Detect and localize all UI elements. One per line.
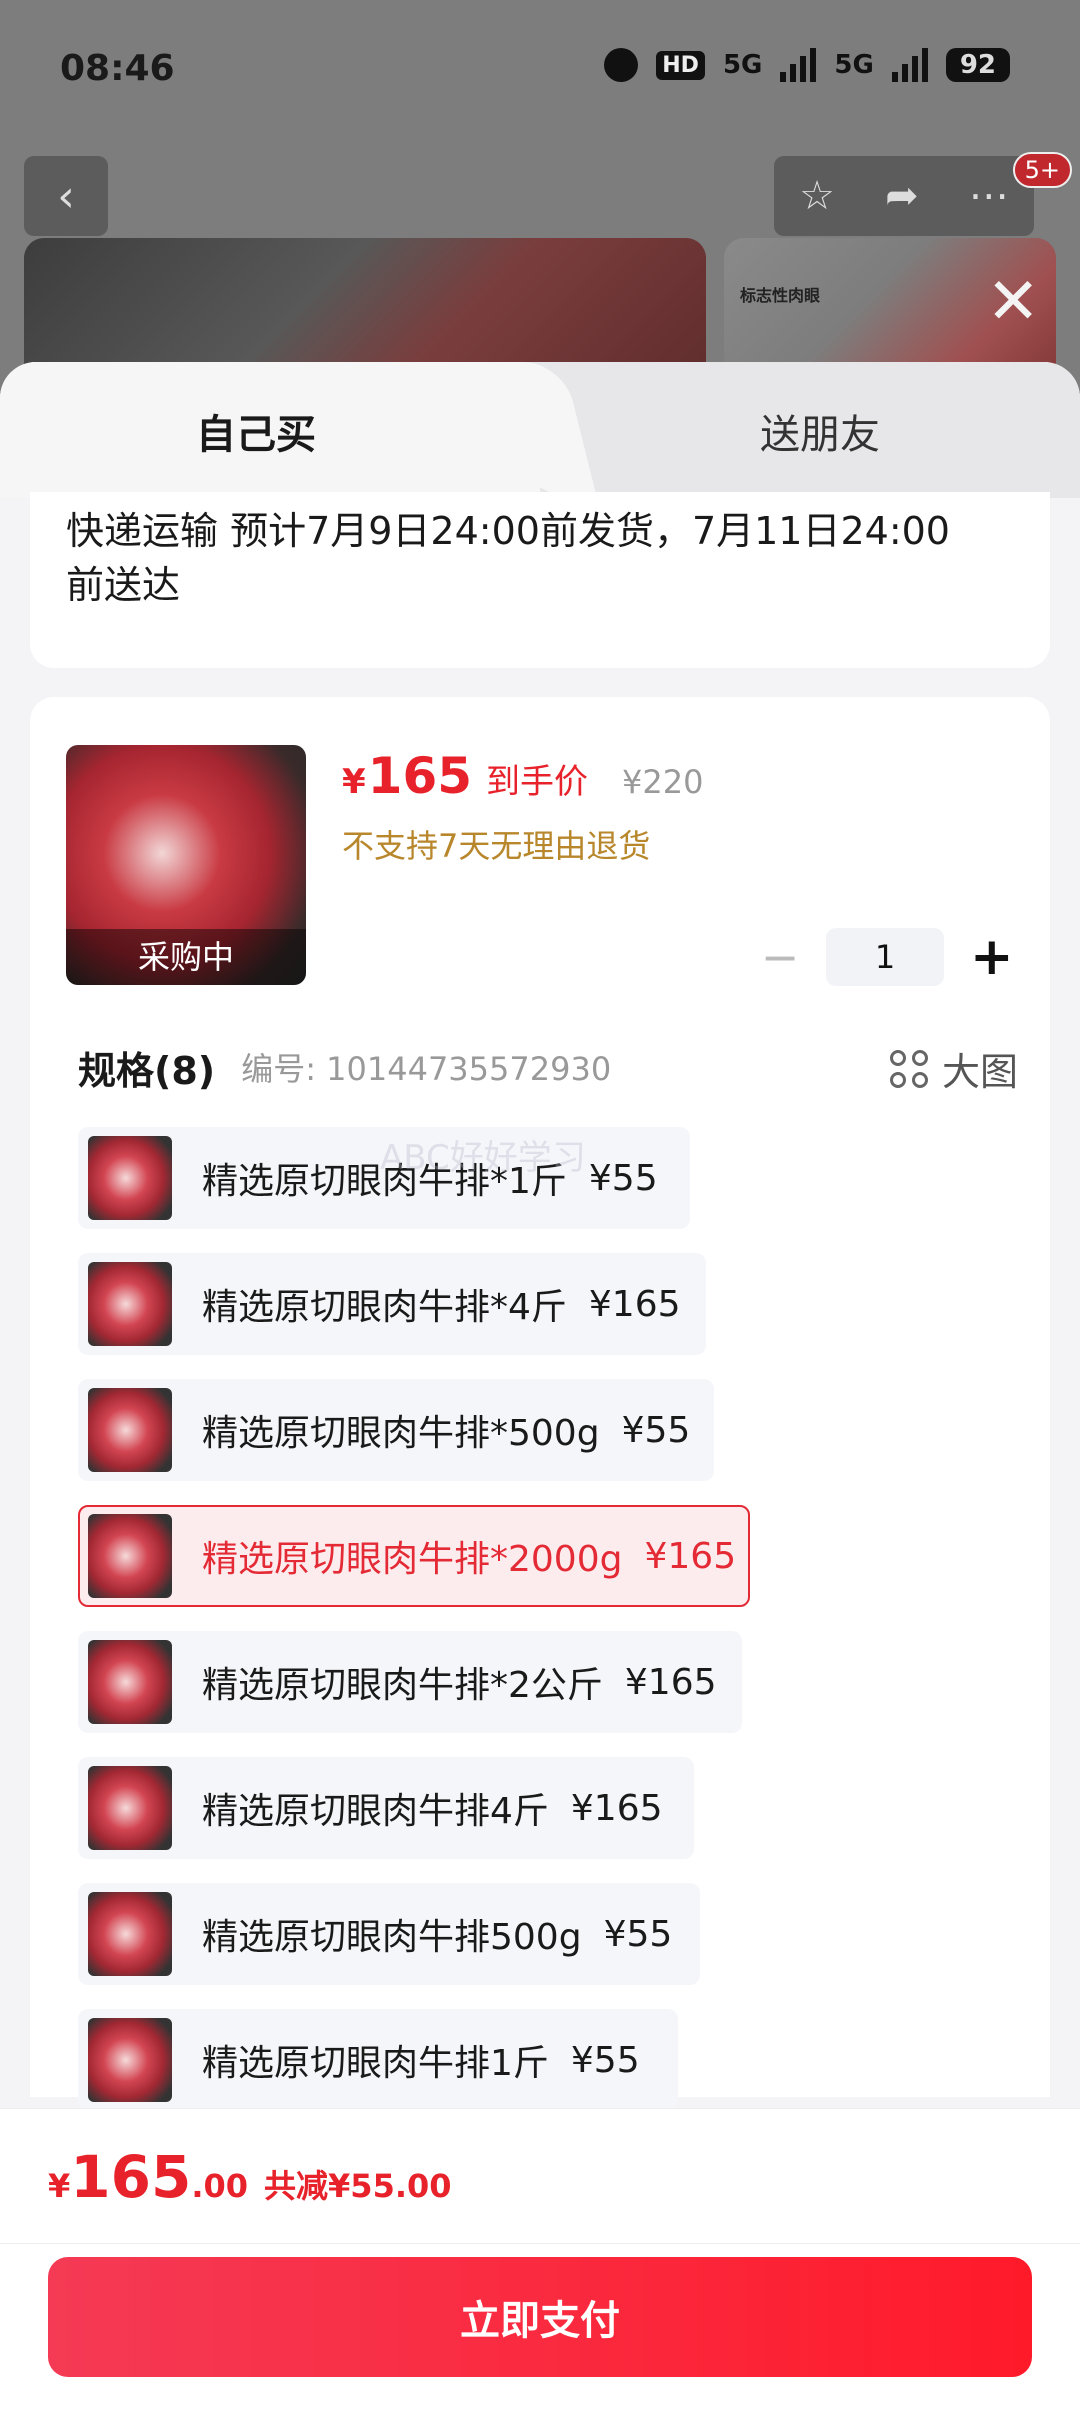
total-currency: ¥	[48, 2167, 71, 2205]
spec-price: ¥55	[588, 1157, 658, 1199]
spec-name: 精选原切眼肉牛排*2000g	[202, 1539, 623, 1580]
back-button[interactable]: ‹	[24, 156, 108, 236]
thumbnail-overlay: 采购中	[66, 929, 306, 985]
notification-badge: 5+	[1012, 152, 1072, 188]
big-image-label: 大图	[941, 1050, 1018, 1094]
grid-icon	[889, 1049, 928, 1088]
product-card: 采购中 ¥ 165 到手价 ¥220 不支持7天无理由退货 − 1 + 规格(8…	[30, 697, 1050, 2111]
spec-thumbnail	[88, 1514, 172, 1598]
big-image-toggle[interactable]: 大图	[889, 1041, 1018, 1096]
spec-price: ¥55	[570, 2039, 640, 2081]
delivery-text: 快递运输 预计7月9日24:00前发货，7月11日24:00前送达	[66, 509, 950, 607]
watermark: ABC好好学习	[380, 1138, 586, 1178]
footer-divider	[0, 2243, 1080, 2244]
delivery-card: 快递运输 预计7月9日24:00前发货，7月11日24:00前送达	[30, 492, 1050, 668]
star-icon[interactable]: ☆	[799, 173, 835, 219]
close-icon[interactable]: ✕	[986, 270, 1040, 334]
spec-name: 精选原切眼肉牛排*500g	[202, 1413, 600, 1454]
spec-price: ¥165	[570, 1787, 663, 1829]
return-policy-note: 不支持7天无理由退货	[342, 827, 651, 865]
spec-thumbnail	[88, 1388, 172, 1472]
status-time: 08:46	[60, 48, 175, 89]
quantity-input[interactable]: 1	[826, 928, 944, 986]
decrease-button[interactable]: −	[760, 930, 800, 984]
spec-option[interactable]: 精选原切眼肉牛排*2公斤 ¥165	[78, 1631, 742, 1733]
spec-name: 精选原切眼肉牛排500g	[202, 1917, 582, 1958]
spec-thumbnail	[88, 2018, 172, 2102]
spec-price: ¥55	[603, 1913, 673, 1955]
spec-price: ¥55	[621, 1409, 691, 1451]
spec-option[interactable]: 精选原切眼肉牛排1斤 ¥55	[78, 2009, 678, 2111]
total-price: ¥ 165 .00 共减¥55.00	[48, 2143, 452, 2211]
spec-name: 精选原切眼肉牛排4斤	[202, 1791, 549, 1832]
signal-icon-2	[891, 48, 928, 82]
spec-name: 精选原切眼肉牛排*4斤	[202, 1287, 567, 1328]
pay-now-button[interactable]: 立即支付	[48, 2257, 1032, 2377]
spec-option[interactable]: 精选原切眼肉牛排4斤 ¥165	[78, 1757, 694, 1859]
spec-thumbnail	[88, 1766, 172, 1850]
spec-header: 规格(8) 编号: 10144735572930 大图	[78, 1037, 1018, 1097]
product-thumbnail[interactable]: 采购中	[66, 745, 306, 985]
network-label-2: 5G	[834, 50, 874, 80]
spec-price: ¥165	[644, 1535, 737, 1577]
hero-caption: 标志性肉眼	[740, 286, 821, 305]
battery-icon: 92	[945, 48, 1010, 82]
more-icon[interactable]: ⋯	[969, 173, 1009, 219]
original-price: ¥220	[622, 763, 704, 801]
purchase-sheet: 自己买 送朋友 快递运输 预计7月9日24:00前发货，7月11日24:00前送…	[0, 362, 1080, 2412]
status-icons: HD 5G 5G 92	[604, 48, 1010, 82]
spec-thumbnail	[88, 1136, 172, 1220]
spec-thumbnail	[88, 1892, 172, 1976]
tab-self-buy-label[interactable]: 自己买	[196, 402, 316, 460]
status-bar: 08:46 HD 5G 5G 92	[0, 0, 1080, 140]
price-tag: 到手价	[486, 762, 589, 802]
quantity-stepper: − 1 +	[760, 927, 1014, 987]
discount-text: 共减¥55.00	[264, 2167, 452, 2205]
spec-option[interactable]: 精选原切眼肉牛排*4斤 ¥165	[78, 1253, 706, 1355]
chevron-left-icon: ‹	[57, 170, 75, 222]
nav-actions: ☆ ➦ ⋯	[774, 156, 1034, 236]
price-row: ¥ 165 到手价 ¥220	[342, 747, 703, 805]
alarm-icon	[604, 48, 639, 82]
spec-name: 精选原切眼肉牛排1斤	[202, 2043, 549, 2084]
tab-bar: 自己买 送朋友	[0, 362, 1080, 498]
product-code: 编号: 10144735572930	[241, 1050, 612, 1088]
tab-gift-friend-label[interactable]: 送朋友	[760, 402, 880, 460]
hd-icon: HD	[656, 50, 705, 80]
spec-option[interactable]: 精选原切眼肉牛排*500g ¥55	[78, 1379, 714, 1481]
total-integer: 165	[70, 2143, 192, 2211]
network-label-1: 5G	[722, 50, 763, 80]
share-icon[interactable]: ➦	[885, 173, 919, 219]
checkout-footer: ¥ 165 .00 共减¥55.00 立即支付	[0, 2108, 1080, 2412]
spec-price: ¥165	[588, 1283, 681, 1325]
currency-symbol: ¥	[342, 762, 366, 802]
spec-option[interactable]: 精选原切眼肉牛排500g ¥55	[78, 1883, 700, 1985]
total-decimal: .00	[191, 2167, 249, 2205]
spec-title: 规格(8)	[78, 1048, 216, 1093]
increase-button[interactable]: +	[970, 927, 1014, 987]
final-price: 165	[367, 747, 473, 805]
spec-thumbnail	[88, 1640, 172, 1724]
spec-thumbnail	[88, 1262, 172, 1346]
spec-option-selected[interactable]: 精选原切眼肉牛排*2000g ¥165	[78, 1505, 750, 1607]
signal-icon-1	[780, 48, 817, 82]
spec-price: ¥165	[624, 1661, 717, 1703]
spec-name: 精选原切眼肉牛排*2公斤	[202, 1665, 603, 1706]
